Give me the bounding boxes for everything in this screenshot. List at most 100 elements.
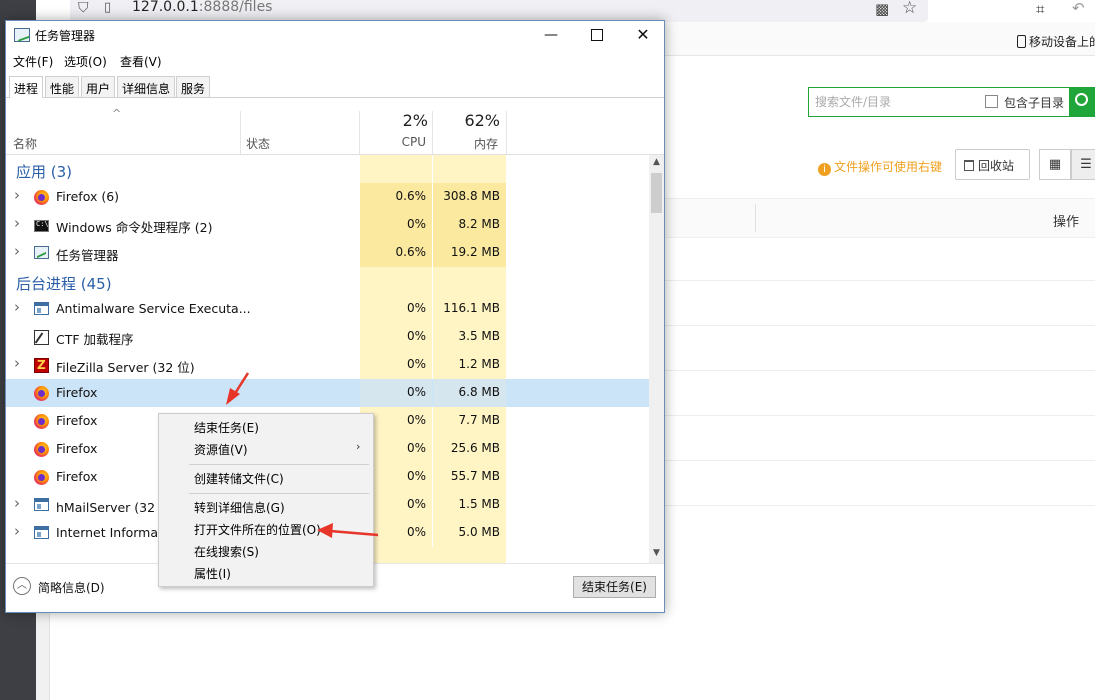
memory-cell: 1.5 MB (433, 491, 506, 519)
process-row[interactable]: › Antimalware Service Executa... 0% 116.1 M… (6, 295, 649, 323)
ctx-go-to-details[interactable]: 转到详细信息(G) (160, 496, 372, 517)
tab-underline (6, 97, 664, 98)
memory-cell: 7.7 MB (433, 407, 506, 435)
tab-details[interactable]: 详细信息 (117, 76, 176, 97)
header-divider (755, 204, 756, 232)
chevron-right-icon[interactable]: › (14, 186, 20, 204)
phone-icon (1017, 35, 1026, 48)
crop-icon[interactable]: ⌗ (1036, 0, 1044, 18)
file-search-input[interactable] (815, 92, 975, 112)
memory-cell: 308.8 MB (433, 183, 506, 211)
recycle-bin-button[interactable]: 回收站 (955, 149, 1030, 180)
end-task-button[interactable]: 结束任务(E) (573, 576, 656, 598)
include-subdir-checkbox[interactable] (985, 95, 998, 108)
process-row[interactable]: › Windows 命令处理程序 (2) 0%8.2 MB (6, 211, 649, 239)
memory-cell: 8.2 MB (433, 211, 506, 239)
ctx-open-file-location[interactable]: 打开文件所在的位置(O) (160, 518, 372, 539)
menu-file[interactable]: 文件(F) (13, 53, 53, 70)
column-header-name[interactable]: 名称 (13, 135, 37, 152)
shield-icon[interactable]: ⛉ (78, 0, 94, 16)
task-manager-icon (34, 246, 49, 259)
group-header: 后台进程 (45) (6, 267, 649, 295)
column-header-memory[interactable]: 内存 (433, 135, 498, 152)
chevron-right-icon[interactable]: › (14, 298, 20, 316)
page-icon: ▯ (104, 0, 112, 15)
cpu-cell: 0% (360, 379, 432, 407)
scroll-thumb[interactable] (651, 173, 662, 213)
file-search-box: 包含子目录 (808, 87, 1070, 117)
chevron-right-icon[interactable]: › (14, 522, 20, 540)
window-icon (34, 498, 49, 511)
firefox-icon (34, 190, 49, 205)
process-name: Firefox (56, 441, 98, 456)
star-icon[interactable]: ☆ (902, 0, 917, 18)
tab-performance[interactable]: 性能 (45, 76, 80, 97)
firefox-icon (34, 470, 49, 485)
process-name: Internet Informati (56, 525, 167, 540)
process-row[interactable]: CTF 加载程序 0% 3.5 MB (6, 323, 649, 351)
process-name: CTF 加载程序 (56, 332, 134, 347)
task-manager-icon (14, 28, 30, 42)
firefox-icon (34, 386, 49, 401)
scrollbar[interactable]: ▲ ▼ (649, 155, 664, 563)
chevron-right-icon[interactable]: › (14, 214, 20, 232)
ctx-label: 创建转储文件(C) (194, 472, 284, 486)
process-name: Windows 命令处理程序 (2) (56, 220, 213, 235)
memory-cell: 5.0 MB (433, 519, 506, 547)
undo-icon[interactable]: ↶ (1072, 0, 1085, 17)
cpu-cell: 0% (360, 295, 432, 323)
close-button[interactable]: ✕ (626, 23, 660, 47)
process-row[interactable]: Firefox 0% 6.8 MB (6, 379, 649, 407)
search-button[interactable] (1070, 87, 1095, 117)
tab-processes[interactable]: 进程 (9, 76, 44, 98)
memory-cell: 6.8 MB (433, 379, 506, 407)
tab-services[interactable]: 服务 (176, 76, 211, 97)
minimize-button[interactable]: — (534, 23, 568, 47)
menu-view[interactable]: 查看(V) (120, 53, 162, 70)
column-header-cpu[interactable]: CPU (360, 135, 426, 149)
window-icon (34, 526, 49, 539)
memory-cell: 116.1 MB (433, 295, 506, 323)
cpu-cell: 0% (360, 351, 432, 379)
context-menu: 结束任务(E) 资源值(V) › 创建转储文件(C) 转到详细信息(G) 打开文件… (158, 413, 374, 587)
mobile-bookmarks-link[interactable]: 移动设备上的 (1017, 33, 1095, 50)
qr-code-icon[interactable]: ▩ (875, 0, 889, 18)
window-title: 任务管理器 (35, 29, 96, 43)
process-row[interactable]: › 任务管理器 0.6% 19.2 MB (6, 239, 649, 267)
url-host: 127.0.0.1 (132, 0, 199, 15)
chevron-right-icon[interactable]: › (14, 242, 20, 260)
fewer-details-link[interactable]: 简略信息(D) (38, 579, 105, 596)
process-name: Firefox (56, 385, 98, 400)
tab-users[interactable]: 用户 (81, 76, 116, 97)
process-name: hMailServer (32 位 (56, 500, 172, 515)
chevron-up-icon[interactable]: ︿ (13, 577, 31, 595)
column-filler (360, 547, 506, 563)
grid-view-button[interactable]: ▦ (1039, 149, 1071, 180)
maximize-button[interactable] (580, 23, 614, 47)
column-divider (506, 111, 507, 155)
menu-options[interactable]: 选项(O) (64, 53, 107, 70)
firefox-icon (34, 442, 49, 457)
scroll-down-arrow-icon[interactable]: ▼ (649, 548, 664, 558)
chevron-right-icon[interactable]: › (14, 354, 20, 372)
url-text[interactable]: 127.0.0.1:8888/files (132, 0, 272, 15)
ctx-search-online[interactable]: 在线搜索(S) (160, 540, 372, 561)
ctx-properties[interactable]: 属性(I) (160, 562, 372, 583)
memory-cell: 1.2 MB (433, 351, 506, 379)
recycle-bin-label: 回收站 (978, 159, 1015, 173)
memory-total[interactable]: 62% (433, 111, 500, 130)
list-view-button[interactable]: ☰ (1071, 149, 1095, 180)
ctx-label: 结束任务(E) (194, 421, 259, 435)
group-title: 应用 (3) (16, 163, 73, 181)
process-row[interactable]: › Firefox (6) 0.6% 308.8 MB (6, 183, 649, 211)
process-row[interactable]: › FileZilla Server (32 位) 0%1.2 MB (6, 351, 649, 379)
scroll-up-arrow-icon[interactable]: ▲ (649, 157, 664, 167)
ctx-resource-values[interactable]: 资源值(V) › (160, 438, 372, 459)
cpu-total[interactable]: 2% (360, 111, 428, 130)
search-icon (1075, 93, 1088, 106)
process-name: FileZilla Server (32 位) (56, 360, 195, 375)
ctx-create-dump[interactable]: 创建转储文件(C) (160, 467, 372, 488)
ctx-end-task[interactable]: 结束任务(E) (160, 416, 372, 437)
chevron-right-icon[interactable]: › (14, 494, 20, 512)
column-header-status[interactable]: 状态 (246, 135, 270, 152)
